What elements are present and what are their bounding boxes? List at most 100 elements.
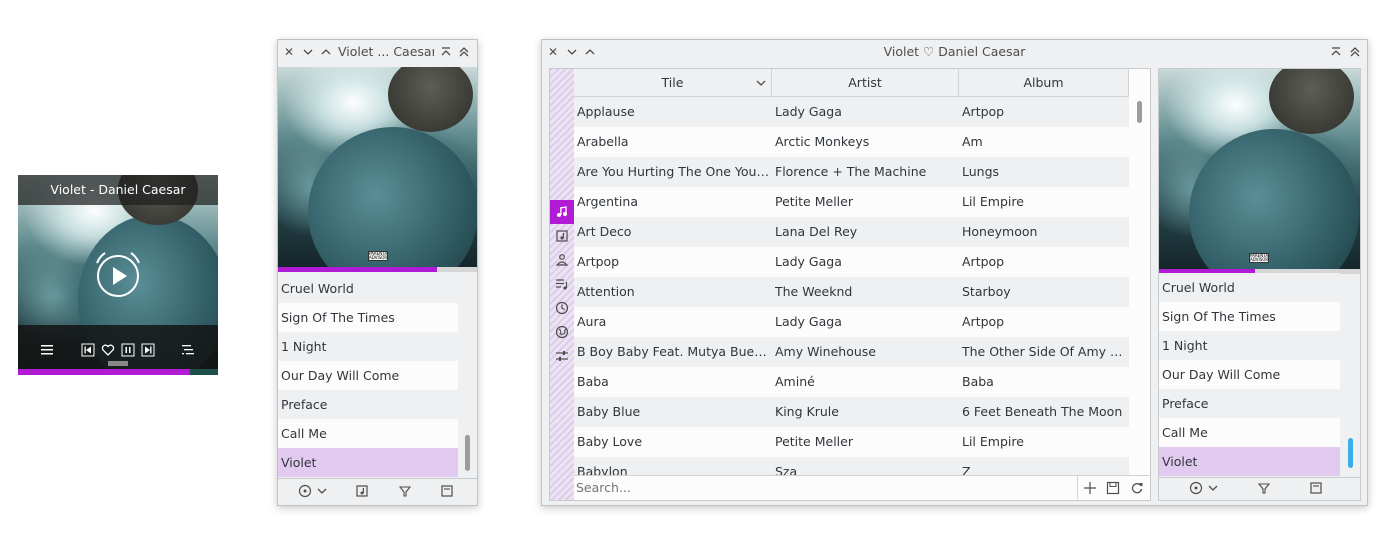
chevron-down-icon[interactable] (1207, 482, 1219, 494)
settings-icon[interactable] (550, 344, 574, 368)
playlist-item[interactable]: Our Day Will Come (1159, 360, 1340, 389)
table-row[interactable]: Artpop Lady Gaga Artpop (574, 247, 1129, 277)
playlist-item[interactable]: Our Day Will Come (278, 361, 458, 390)
add-to-playlist-icon[interactable] (355, 484, 369, 498)
add-icon[interactable] (1083, 481, 1097, 495)
mini-progress-bar[interactable] (18, 369, 218, 375)
save-playlist-icon[interactable] (440, 484, 454, 498)
table-row[interactable]: Art Deco Lana Del Rey Honeymoon (574, 217, 1129, 247)
seek-bar[interactable] (278, 267, 477, 272)
cell-title: Attention (577, 284, 635, 299)
table-row[interactable]: Aura Lady Gaga Artpop (574, 307, 1129, 337)
table-row[interactable]: Are You Hurting The One You Lo... Florenc… (574, 157, 1129, 187)
sync-icon[interactable] (1130, 481, 1144, 495)
playlist: Cruel World Sign Of The Times 1 Night Our D… (1159, 273, 1340, 477)
cell-artist: Lady Gaga (775, 254, 842, 269)
playlist-item[interactable]: Preface (278, 390, 458, 419)
cell-title: Baby Blue (577, 404, 641, 419)
cell-artist: Arctic Monkeys (775, 134, 870, 149)
table-header: Tile Artist Album (574, 69, 1129, 97)
playlist-item[interactable]: 1 Night (1159, 331, 1340, 360)
playlist-item[interactable]: Call Me (278, 419, 458, 448)
search-input[interactable] (574, 476, 1078, 499)
playlist-item[interactable]: Violet (278, 448, 458, 477)
playlist-item[interactable]: Preface (1159, 389, 1340, 418)
playlist-item[interactable]: Sign Of The Times (1159, 302, 1340, 331)
keep-above-icon[interactable] (440, 46, 452, 58)
shade-icon[interactable] (1349, 46, 1361, 58)
cell-artist: Lady Gaga (775, 104, 842, 119)
cell-artist: The Weeknd (775, 284, 853, 299)
filter-icon[interactable] (1257, 481, 1271, 495)
cell-title: Art Deco (577, 224, 632, 239)
table-scrollbar[interactable] (1137, 101, 1142, 123)
help-menu-icon[interactable] (298, 484, 312, 498)
sidebar-icons (550, 200, 574, 368)
recent-icon[interactable] (550, 296, 574, 320)
column-title[interactable]: Tile (574, 69, 772, 97)
pa-badge-mini (108, 361, 128, 366)
playlist-scrollbar[interactable] (1348, 438, 1353, 468)
cell-artist: Aminé (775, 374, 815, 389)
cell-album: Lungs (962, 164, 1000, 179)
keep-above-icon[interactable] (1330, 46, 1342, 58)
seek-bar-fill (278, 267, 438, 272)
album-art: PARENTAL ADVISORY (278, 67, 477, 267)
table-row[interactable]: B Boy Baby Feat. Mutya Buena Amy Winehous… (574, 337, 1129, 367)
table-row[interactable]: Babylon Sza Z (574, 457, 1129, 475)
close-icon[interactable]: ✕ (282, 45, 296, 59)
heart-icon[interactable] (101, 343, 115, 357)
cell-album: Baba (962, 374, 994, 389)
table-row[interactable]: Argentina Petite Meller Lil Empire (574, 187, 1129, 217)
playlist-scrollbar[interactable] (465, 435, 470, 471)
shade-icon[interactable] (458, 46, 470, 58)
playlist-icon[interactable] (550, 272, 574, 296)
table-row[interactable]: Baby Blue King Krule 6 Feet Beneath The Mo… (574, 397, 1129, 427)
save-playlist-icon[interactable] (1309, 481, 1323, 495)
cell-album: Artpop (962, 104, 1005, 119)
mini-player: Violet - Daniel Caesar (18, 175, 218, 375)
album-icon[interactable] (550, 224, 574, 248)
next-icon[interactable] (141, 343, 155, 357)
playlist-item[interactable]: Call Me (1159, 418, 1340, 447)
web-icon[interactable] (550, 320, 574, 344)
playlist-item[interactable]: Violet (1159, 447, 1340, 476)
playlist-item[interactable]: Cruel World (278, 274, 458, 303)
progress-arc-icon (96, 252, 140, 264)
table-row[interactable]: Baba Aminé Baba (574, 367, 1129, 397)
playlist-item[interactable]: 1 Night (278, 332, 458, 361)
playlist-item[interactable]: Sign Of The Times (278, 303, 458, 332)
cell-artist: Petite Meller (775, 434, 853, 449)
queue-icon[interactable] (181, 343, 195, 357)
help-menu-icon[interactable] (1189, 481, 1203, 495)
save-icon[interactable] (1106, 481, 1120, 495)
music-note-icon[interactable] (550, 200, 574, 224)
cell-artist: King Krule (775, 404, 839, 419)
table-row[interactable]: Attention The Weeknd Starboy (574, 277, 1129, 307)
cell-title: B Boy Baby Feat. Mutya Buena (577, 344, 769, 359)
chevron-down-icon[interactable] (316, 485, 328, 497)
cell-album: Lil Empire (962, 434, 1024, 449)
minimize-icon[interactable] (302, 46, 314, 58)
mini-title: Violet - Daniel Caesar (50, 182, 186, 197)
cell-title: Aura (577, 314, 607, 329)
column-artist[interactable]: Artist (772, 69, 959, 97)
parental-advisory-label: PARENTAL ADVISORY (1249, 253, 1269, 263)
table-row[interactable]: Applause Lady Gaga Artpop (574, 97, 1129, 127)
filter-icon[interactable] (398, 484, 412, 498)
cell-title: Argentina (577, 194, 638, 209)
previous-icon[interactable] (81, 343, 95, 357)
table-row[interactable]: Arabella Arctic Monkeys Am (574, 127, 1129, 157)
playlist-item[interactable]: Cruel World (1159, 273, 1340, 302)
column-album[interactable]: Album (959, 69, 1129, 97)
maximize-icon[interactable] (320, 46, 332, 58)
window-title: Violet ♡ Daniel Caesar (883, 44, 1026, 59)
list-icon[interactable] (40, 343, 54, 357)
table-row[interactable]: Baby Love Petite Meller Lil Empire (574, 427, 1129, 457)
sort-chevron-down-icon[interactable] (755, 77, 767, 89)
playlist: Cruel World Sign Of The Times 1 Night Our D… (278, 274, 458, 477)
pause-icon[interactable] (121, 343, 135, 357)
cell-album: 6 Feet Beneath The Moon (962, 404, 1123, 419)
cell-album: Lil Empire (962, 194, 1024, 209)
artist-icon[interactable] (550, 248, 574, 272)
